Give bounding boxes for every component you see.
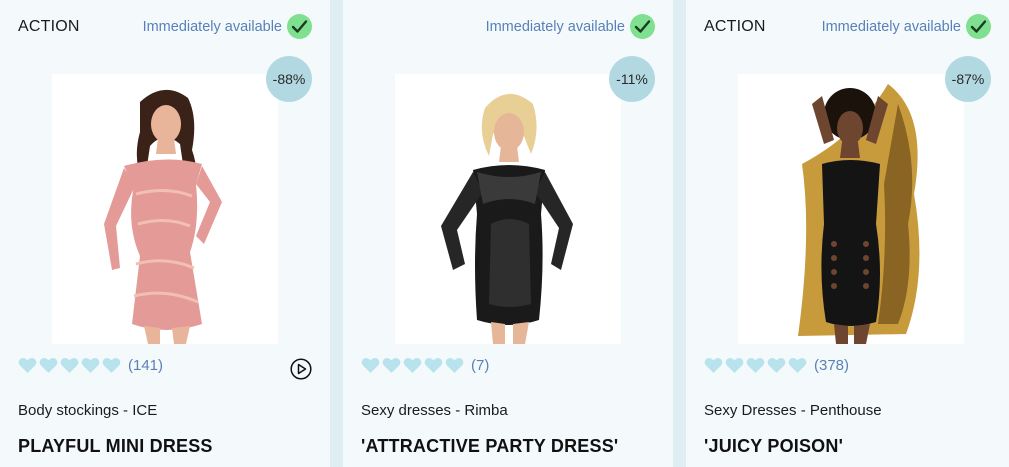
action-badge: ACTION [704,18,766,35]
product-name[interactable]: PLAYFUL MINI DRESS [18,436,213,457]
heart-icon [18,357,37,374]
rating-hearts [18,357,121,374]
heart-icon [746,357,765,374]
check-circle-icon [630,14,655,39]
rating: (7) [361,357,489,374]
heart-icon [767,357,786,374]
heart-icon [382,357,401,374]
heart-icon [361,357,380,374]
action-badge: ACTION [18,18,80,35]
rating-count[interactable]: (7) [471,357,489,374]
product-name[interactable]: 'JUICY POISON' [704,436,843,457]
discount-badge: -87% [945,56,991,102]
product-name[interactable]: 'ATTRACTIVE PARTY DRESS' [361,436,618,457]
heart-icon [403,357,422,374]
heart-icon [424,357,443,374]
rating-count[interactable]: (378) [814,357,849,374]
rating-count[interactable]: (141) [128,357,163,374]
heart-icon [725,357,744,374]
availability-text: Immediately available [485,18,625,35]
product-card[interactable]: ACTION Immediately available -88% (141) … [0,0,330,467]
play-circle-icon[interactable] [290,358,312,380]
heart-icon [81,357,100,374]
product-image[interactable] [395,74,621,344]
heart-icon [788,357,807,374]
rating-hearts [361,357,464,374]
availability-text: Immediately available [821,18,961,35]
heart-icon [60,357,79,374]
product-grid: ACTION Immediately available -88% (141) … [0,0,1009,467]
card-topline: Immediately available [361,14,655,40]
product-card[interactable]: Immediately available -11% (7) Sexy dres… [343,0,673,467]
availability-text: Immediately available [142,18,282,35]
heart-icon [102,357,121,374]
discount-badge: -88% [266,56,312,102]
check-circle-icon [287,14,312,39]
card-topline: ACTION Immediately available [704,14,991,40]
rating: (378) [704,357,849,374]
rating: (141) [18,357,163,374]
rating-hearts [704,357,807,374]
product-category[interactable]: Body stockings - ICE [18,402,157,419]
discount-badge: -11% [609,56,655,102]
check-circle-icon [966,14,991,39]
heart-icon [704,357,723,374]
availability: Immediately available [822,14,991,39]
product-image[interactable] [738,74,964,344]
availability: Immediately available [143,14,312,39]
product-category[interactable]: Sexy dresses - Rimba [361,402,508,419]
product-card[interactable]: ACTION Immediately available -87% (378) … [686,0,1009,467]
heart-icon [39,357,58,374]
heart-icon [445,357,464,374]
availability: Immediately available [486,14,655,39]
product-image[interactable] [52,74,278,344]
card-topline: ACTION Immediately available [18,14,312,40]
product-category[interactable]: Sexy Dresses - Penthouse [704,402,882,419]
